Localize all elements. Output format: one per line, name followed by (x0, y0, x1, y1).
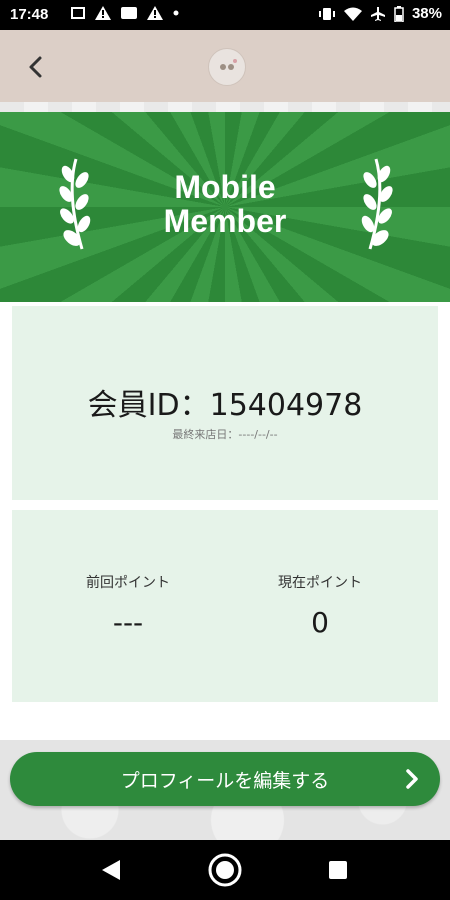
nav-back-icon[interactable] (100, 858, 122, 882)
back-button[interactable] (20, 50, 54, 84)
app-header (0, 30, 450, 102)
previous-points-value: --- (112, 606, 144, 639)
member-id: 会員ID：15404978 (87, 388, 363, 423)
warning-icon (95, 6, 111, 20)
battery-icon (394, 5, 404, 22)
sync-icon (71, 7, 85, 19)
airplane-icon (370, 6, 385, 21)
mobile-member-banner: Mobile Member (0, 112, 450, 302)
system-nav-bar (0, 840, 450, 900)
edit-profile-button[interactable]: プロフィールを編集する (10, 752, 440, 806)
dot-icon (173, 10, 179, 16)
current-points-label: 現在ポイント (278, 575, 362, 591)
pattern-strip (0, 102, 450, 112)
last-visit-date: 最終来店日：----/--/-- (172, 428, 278, 441)
status-time: 17:48 (10, 6, 49, 23)
chevron-right-icon (406, 769, 418, 789)
points-card: 前回ポイント --- 現在ポイント 0 (12, 510, 438, 702)
status-bar: 17:48 38% (0, 0, 450, 30)
current-points-value: 0 (311, 606, 329, 639)
wifi-icon (343, 7, 362, 21)
image-icon (121, 7, 137, 19)
laurel-right-icon (361, 158, 393, 250)
vibrate-icon (318, 7, 335, 20)
member-id-card: 会員ID：15404978 最終来店日：----/--/-- (12, 306, 438, 500)
edit-profile-label: プロフィールを編集する (120, 770, 330, 792)
warning-icon (147, 6, 163, 20)
notification-icons (70, 5, 180, 21)
nav-recents-icon[interactable] (328, 860, 348, 880)
system-icons: 38% (318, 5, 442, 22)
previous-points-label: 前回ポイント (86, 575, 170, 591)
battery-percent: 38% (411, 5, 442, 22)
store-logo (208, 48, 246, 86)
nav-home-icon[interactable] (207, 852, 243, 888)
chevron-left-icon (29, 56, 42, 78)
